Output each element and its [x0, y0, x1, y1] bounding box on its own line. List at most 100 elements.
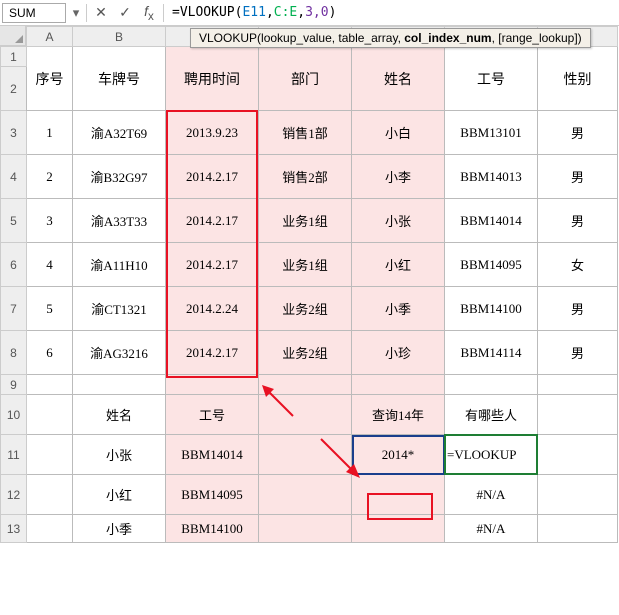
cell[interactable]	[538, 435, 618, 475]
cell[interactable]	[538, 375, 618, 395]
row-header[interactable]: 4	[1, 155, 27, 199]
row-header[interactable]: 2	[1, 67, 27, 111]
row-header[interactable]: 5	[1, 199, 27, 243]
cell[interactable]: 渝A32T69	[73, 111, 166, 155]
cell[interactable]	[27, 435, 73, 475]
cell[interactable]: 女	[538, 243, 618, 287]
cell[interactable]	[27, 515, 73, 543]
cell[interactable]: 2014.2.24	[166, 287, 259, 331]
cell[interactable]: 渝A11H10	[73, 243, 166, 287]
col-header[interactable]: B	[73, 27, 166, 47]
cell[interactable]	[259, 375, 352, 395]
cell[interactable]: BBM14095	[445, 243, 538, 287]
cell[interactable]	[538, 475, 618, 515]
cell[interactable]: 小白	[352, 111, 445, 155]
cell[interactable]	[259, 395, 352, 435]
cell[interactable]: 2014.2.17	[166, 155, 259, 199]
row-header[interactable]: 13	[1, 515, 27, 543]
spreadsheet-grid[interactable]: A B C D E F G 1 序号 车牌号 聘用时间 部门 姓名 工号 性别 …	[0, 26, 619, 543]
row-header[interactable]: 9	[1, 375, 27, 395]
cell[interactable]: BBM13101	[445, 111, 538, 155]
cell[interactable]	[538, 395, 618, 435]
cell[interactable]: 渝B32G97	[73, 155, 166, 199]
cell[interactable]: 2	[27, 155, 73, 199]
row-header[interactable]: 10	[1, 395, 27, 435]
cell[interactable]	[259, 475, 352, 515]
cell[interactable]: #N/A	[445, 475, 538, 515]
cell[interactable]: 姓名	[73, 395, 166, 435]
cell[interactable]: 销售2部	[259, 155, 352, 199]
fx-icon[interactable]: fx	[137, 3, 161, 23]
cell[interactable]: 小珍	[352, 331, 445, 375]
cell[interactable]: 1	[27, 111, 73, 155]
cell-e11[interactable]: 2014*	[352, 435, 445, 475]
cell[interactable]: 男	[538, 287, 618, 331]
cancel-formula-icon[interactable]: ✕	[89, 4, 113, 21]
cell[interactable]: BBM14014	[445, 199, 538, 243]
name-box[interactable]: SUM	[2, 3, 66, 23]
cell[interactable]: 销售1部	[259, 111, 352, 155]
cell[interactable]: 4	[27, 243, 73, 287]
row-header[interactable]: 1	[1, 47, 27, 67]
accept-formula-icon[interactable]: ✓	[113, 4, 137, 21]
select-all-corner[interactable]	[0, 26, 26, 46]
cell[interactable]	[445, 375, 538, 395]
cell[interactable]: 2013.9.23	[166, 111, 259, 155]
cell[interactable]: 小季	[352, 287, 445, 331]
cell[interactable]: 聘用时间	[166, 47, 259, 111]
cell[interactable]	[73, 375, 166, 395]
cell[interactable]: 3	[27, 199, 73, 243]
cell[interactable]: 小红	[352, 243, 445, 287]
cell[interactable]	[538, 515, 618, 543]
cell[interactable]: 小李	[352, 155, 445, 199]
cell[interactable]: 小季	[73, 515, 166, 543]
cell[interactable]	[259, 435, 352, 475]
cell[interactable]	[352, 375, 445, 395]
cell[interactable]: 男	[538, 155, 618, 199]
cell[interactable]: #N/A	[445, 515, 538, 543]
cell[interactable]: 2014.2.17	[166, 199, 259, 243]
cell[interactable]: 小张	[352, 199, 445, 243]
cell[interactable]: 查询14年	[352, 395, 445, 435]
row-header[interactable]: 11	[1, 435, 27, 475]
cell[interactable]	[27, 375, 73, 395]
cell[interactable]: 性别	[538, 47, 618, 111]
cell[interactable]: BBM14095	[166, 475, 259, 515]
cell[interactable]: 业务2组	[259, 287, 352, 331]
cell[interactable]: 工号	[166, 395, 259, 435]
cell[interactable]: BBM14014	[166, 435, 259, 475]
cell[interactable]	[27, 475, 73, 515]
cell[interactable]	[27, 395, 73, 435]
cell[interactable]: 渝CT1321	[73, 287, 166, 331]
cell[interactable]: 小张	[73, 435, 166, 475]
formula-input[interactable]: =VLOOKUP(E11,C:E,3,0)	[166, 3, 619, 22]
cell[interactable]	[352, 515, 445, 543]
cell[interactable]	[259, 515, 352, 543]
row-header[interactable]: 7	[1, 287, 27, 331]
cell[interactable]: 5	[27, 287, 73, 331]
cell[interactable]: 渝A33T33	[73, 199, 166, 243]
cell[interactable]: BBM14114	[445, 331, 538, 375]
cell[interactable]: BBM14100	[166, 515, 259, 543]
cell[interactable]: 2014.2.17	[166, 243, 259, 287]
cell[interactable]	[352, 475, 445, 515]
cell[interactable]: 小红	[73, 475, 166, 515]
cell[interactable]	[166, 375, 259, 395]
row-header[interactable]: 6	[1, 243, 27, 287]
cell[interactable]: 有哪些人	[445, 395, 538, 435]
cell[interactable]: 业务2组	[259, 331, 352, 375]
cell[interactable]: BBM14100	[445, 287, 538, 331]
cell[interactable]: 序号	[27, 47, 73, 111]
cell[interactable]: 男	[538, 199, 618, 243]
cell[interactable]: 业务1组	[259, 199, 352, 243]
cell[interactable]: BBM14013	[445, 155, 538, 199]
cell[interactable]: 车牌号	[73, 47, 166, 111]
cell[interactable]: 工号	[445, 47, 538, 111]
cell[interactable]: 6	[27, 331, 73, 375]
col-header[interactable]: A	[27, 27, 73, 47]
row-header[interactable]: 8	[1, 331, 27, 375]
row-header[interactable]: 3	[1, 111, 27, 155]
cell[interactable]: 渝AG3216	[73, 331, 166, 375]
row-header[interactable]: 12	[1, 475, 27, 515]
cell[interactable]: 2014.2.17	[166, 331, 259, 375]
